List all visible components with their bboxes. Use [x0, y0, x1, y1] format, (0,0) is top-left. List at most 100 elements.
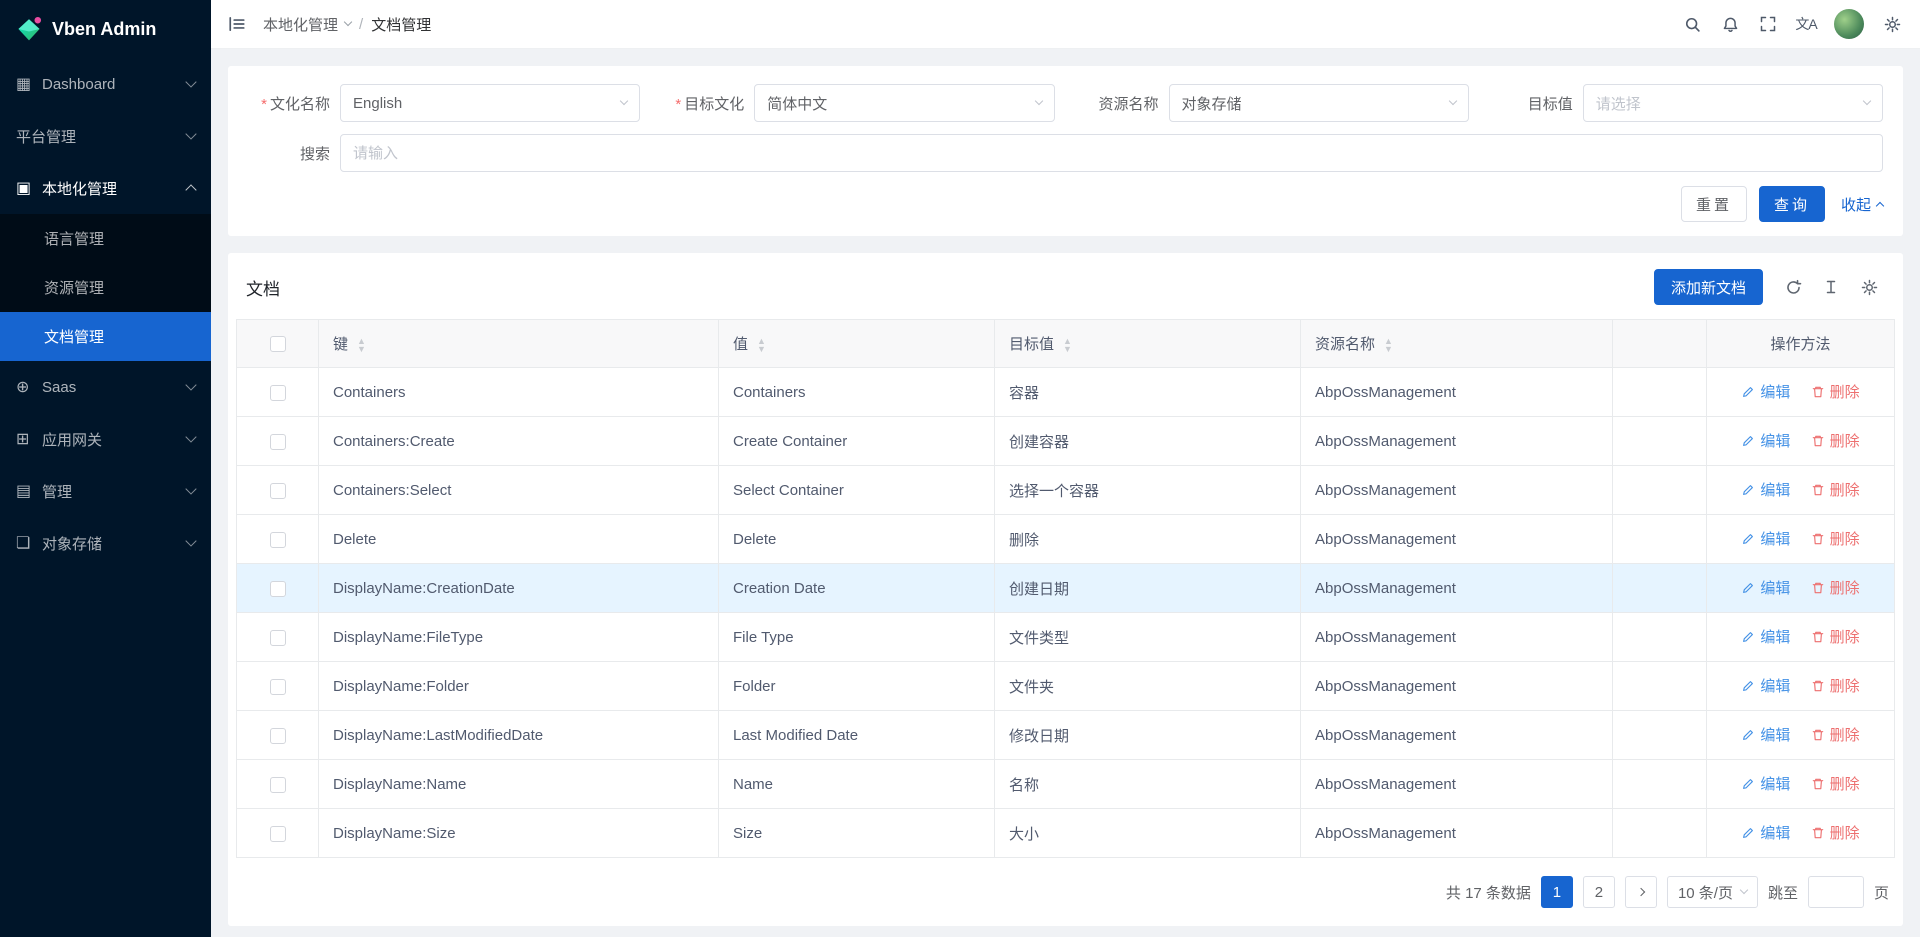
row-checkbox[interactable]: [270, 434, 286, 450]
sidebar-item[interactable]: ⊕ Saas: [0, 361, 211, 413]
app-title: Vben Admin: [52, 19, 156, 40]
table-row[interactable]: DisplayName:Size Size 大小 AbpOssManagemen…: [237, 809, 1895, 858]
avatar[interactable]: [1834, 9, 1864, 39]
cell-resource: AbpOssManagement: [1301, 711, 1613, 760]
delete-button[interactable]: 删除: [1811, 528, 1860, 549]
row-checkbox[interactable]: [270, 385, 286, 401]
table-row[interactable]: Containers:Select Select Container 选择一个容…: [237, 466, 1895, 515]
cell-resource: AbpOssManagement: [1301, 613, 1613, 662]
target-culture-value: 简体中文: [767, 93, 1035, 114]
row-checkbox[interactable]: [270, 630, 286, 646]
spacer-cell: [1613, 417, 1707, 466]
page-size-select[interactable]: 10 条/页: [1667, 876, 1758, 908]
page-button-1[interactable]: 1: [1541, 876, 1573, 908]
edit-button[interactable]: 编辑: [1741, 822, 1790, 843]
edit-button[interactable]: 编辑: [1741, 626, 1790, 647]
reset-button[interactable]: 重置: [1681, 186, 1747, 222]
sidebar-item[interactable]: ▤ 管理: [0, 465, 211, 517]
delete-button[interactable]: 删除: [1811, 381, 1860, 402]
page-button-2[interactable]: 2: [1583, 876, 1615, 908]
row-checkbox[interactable]: [270, 581, 286, 597]
edit-button[interactable]: 编辑: [1741, 724, 1790, 745]
delete-button[interactable]: 删除: [1811, 675, 1860, 696]
delete-button[interactable]: 删除: [1811, 724, 1860, 745]
spacer-cell: [1613, 760, 1707, 809]
table-row[interactable]: DisplayName:LastModifiedDate Last Modifi…: [237, 711, 1895, 760]
edit-button[interactable]: 编辑: [1741, 577, 1790, 598]
refresh-icon[interactable]: [1777, 271, 1809, 303]
table-row[interactable]: Containers:Create Create Container 创建容器 …: [237, 417, 1895, 466]
delete-label: 删除: [1830, 626, 1860, 647]
cell-resource: AbpOssManagement: [1301, 760, 1613, 809]
row-checkbox[interactable]: [270, 483, 286, 499]
edit-button[interactable]: 编辑: [1741, 430, 1790, 451]
edit-button[interactable]: 编辑: [1741, 773, 1790, 794]
edit-label: 编辑: [1760, 479, 1790, 500]
sort-icons[interactable]: ▲▼: [1063, 337, 1072, 353]
sort-icons[interactable]: ▲▼: [357, 337, 366, 353]
settings-icon[interactable]: [1874, 6, 1910, 42]
row-height-icon[interactable]: [1815, 271, 1847, 303]
culture-select[interactable]: English: [340, 84, 640, 122]
sidebar-item[interactable]: 平台管理: [0, 110, 211, 162]
delete-button[interactable]: 删除: [1811, 822, 1860, 843]
chevron-down-icon: [1863, 97, 1871, 105]
breadcrumb-item[interactable]: 本地化管理: [263, 14, 351, 35]
next-page-button[interactable]: [1625, 876, 1657, 908]
target-value-select[interactable]: 请选择: [1583, 84, 1883, 122]
sidebar-item[interactable]: ⊞ 应用网关: [0, 413, 211, 465]
sidebar-fold-icon[interactable]: [219, 6, 255, 42]
row-checkbox[interactable]: [270, 777, 286, 793]
sidebar-item[interactable]: ❏ 对象存储: [0, 517, 211, 569]
delete-button[interactable]: 删除: [1811, 479, 1860, 500]
total-count: 共 17 条数据: [1446, 882, 1531, 903]
sidebar-item[interactable]: ▣ 本地化管理: [0, 162, 211, 214]
app-logo[interactable]: Vben Admin: [0, 0, 211, 58]
delete-button[interactable]: 删除: [1811, 430, 1860, 451]
table-row[interactable]: DisplayName:Folder Folder 文件夹 AbpOssMana…: [237, 662, 1895, 711]
edit-button[interactable]: 编辑: [1741, 528, 1790, 549]
table-row[interactable]: DisplayName:FileType File Type 文件类型 AbpO…: [237, 613, 1895, 662]
cell-target: 大小: [995, 809, 1301, 858]
delete-label: 删除: [1830, 675, 1860, 696]
logo-icon: [16, 16, 42, 42]
cell-key: Containers:Select: [319, 466, 719, 515]
row-checkbox[interactable]: [270, 679, 286, 695]
notification-icon[interactable]: [1712, 6, 1748, 42]
table-row[interactable]: DisplayName:CreationDate Creation Date 创…: [237, 564, 1895, 613]
edit-button[interactable]: 编辑: [1741, 381, 1790, 402]
row-checkbox[interactable]: [270, 826, 286, 842]
sidebar-subitem[interactable]: 文档管理: [0, 312, 211, 361]
jump-input[interactable]: [1808, 876, 1864, 908]
resource-select[interactable]: 对象存储: [1169, 84, 1469, 122]
language-icon[interactable]: 文A: [1788, 6, 1824, 42]
query-button[interactable]: 查询: [1759, 186, 1825, 222]
chevron-icon: [185, 184, 196, 195]
edit-button[interactable]: 编辑: [1741, 479, 1790, 500]
sort-icons[interactable]: ▲▼: [1384, 337, 1393, 353]
sort-icons[interactable]: ▲▼: [757, 337, 766, 353]
collapse-link[interactable]: 收起: [1841, 194, 1883, 215]
table-settings-icon[interactable]: [1853, 271, 1885, 303]
sidebar-item[interactable]: ▦ Dashboard: [0, 58, 211, 110]
row-checkbox[interactable]: [270, 728, 286, 744]
fullscreen-icon[interactable]: [1750, 6, 1786, 42]
sidebar-subitem[interactable]: 资源管理: [0, 263, 211, 312]
table-row[interactable]: DisplayName:Name Name 名称 AbpOssManagemen…: [237, 760, 1895, 809]
edit-button[interactable]: 编辑: [1741, 675, 1790, 696]
select-all-checkbox[interactable]: [270, 336, 286, 352]
edit-pencil-icon: [1741, 434, 1755, 448]
search-input[interactable]: [340, 134, 1883, 172]
sidebar-subitem[interactable]: 语言管理: [0, 214, 211, 263]
saas-icon: ⊕: [16, 377, 42, 397]
table-row[interactable]: Containers Containers 容器 AbpOssManagemen…: [237, 368, 1895, 417]
search-icon[interactable]: [1674, 6, 1710, 42]
delete-button[interactable]: 删除: [1811, 626, 1860, 647]
table-row[interactable]: Delete Delete 删除 AbpOssManagement 编辑 删除: [237, 515, 1895, 564]
delete-button[interactable]: 删除: [1811, 773, 1860, 794]
row-checkbox[interactable]: [270, 532, 286, 548]
add-document-button[interactable]: 添加新文档: [1654, 269, 1763, 305]
target-culture-select[interactable]: 简体中文: [754, 84, 1054, 122]
delete-button[interactable]: 删除: [1811, 577, 1860, 598]
submenu: 语言管理 资源管理 文档管理: [0, 214, 211, 361]
